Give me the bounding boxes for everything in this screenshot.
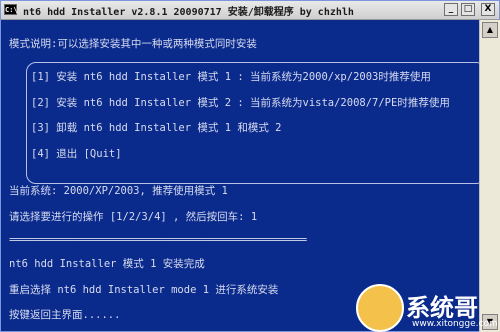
back-to-menu-note: 按键返回主界面...... bbox=[9, 309, 121, 321]
site-watermark: 系统哥 www.xitongge.com bbox=[356, 284, 499, 332]
minimize-button[interactable]: _ bbox=[444, 3, 458, 16]
mode-description: 模式说明:可以选择安装其中一种或两种模式同时安装 bbox=[9, 38, 257, 50]
watermark-url: www.xitongge.com bbox=[412, 319, 498, 329]
scroll-up-arrow[interactable]: ▲ bbox=[482, 22, 498, 38]
maximize-button[interactable]: □ bbox=[461, 3, 475, 16]
operation-prompt: 请选择要进行的操作 [1/2/3/4] , 然后按回车: 1 bbox=[9, 211, 258, 223]
watermark-brand: 系统哥 bbox=[406, 294, 478, 322]
menu-option-1: [1] 安装 nt6 hdd Installer 模式 1 : 当前系统为200… bbox=[31, 71, 431, 83]
install-result: nt6 hdd Installer 模式 1 安装完成 bbox=[9, 258, 205, 270]
mascot-logo-icon bbox=[356, 284, 404, 332]
menu-option-4: [4] 退出 [Quit] bbox=[31, 148, 122, 160]
menu-option-3: [3] 卸载 nt6 hdd Installer 模式 1 和模式 2 bbox=[31, 122, 282, 134]
window-title: nt6 hdd Installer v2.8.1 20090717 安装/卸载程… bbox=[23, 7, 354, 18]
close-button[interactable]: X bbox=[481, 3, 495, 16]
menu-option-2: [2] 安装 nt6 hdd Installer 模式 2 : 当前系统为vis… bbox=[31, 97, 450, 109]
separator-line: ========================================… bbox=[9, 234, 307, 246]
console-app-icon[interactable]: C:\ bbox=[4, 4, 18, 15]
console-window: C:\ nt6 hdd Installer v2.8.1 20090717 安装… bbox=[0, 0, 500, 332]
current-system-line: 当前系统: 2000/XP/2003, 推荐使用模式 1 bbox=[9, 185, 228, 197]
title-bar[interactable]: C:\ nt6 hdd Installer v2.8.1 20090717 安装… bbox=[1, 1, 499, 20]
reboot-note: 重启选择 nt6 hdd Installer mode 1 进行系统安装 bbox=[9, 284, 279, 296]
